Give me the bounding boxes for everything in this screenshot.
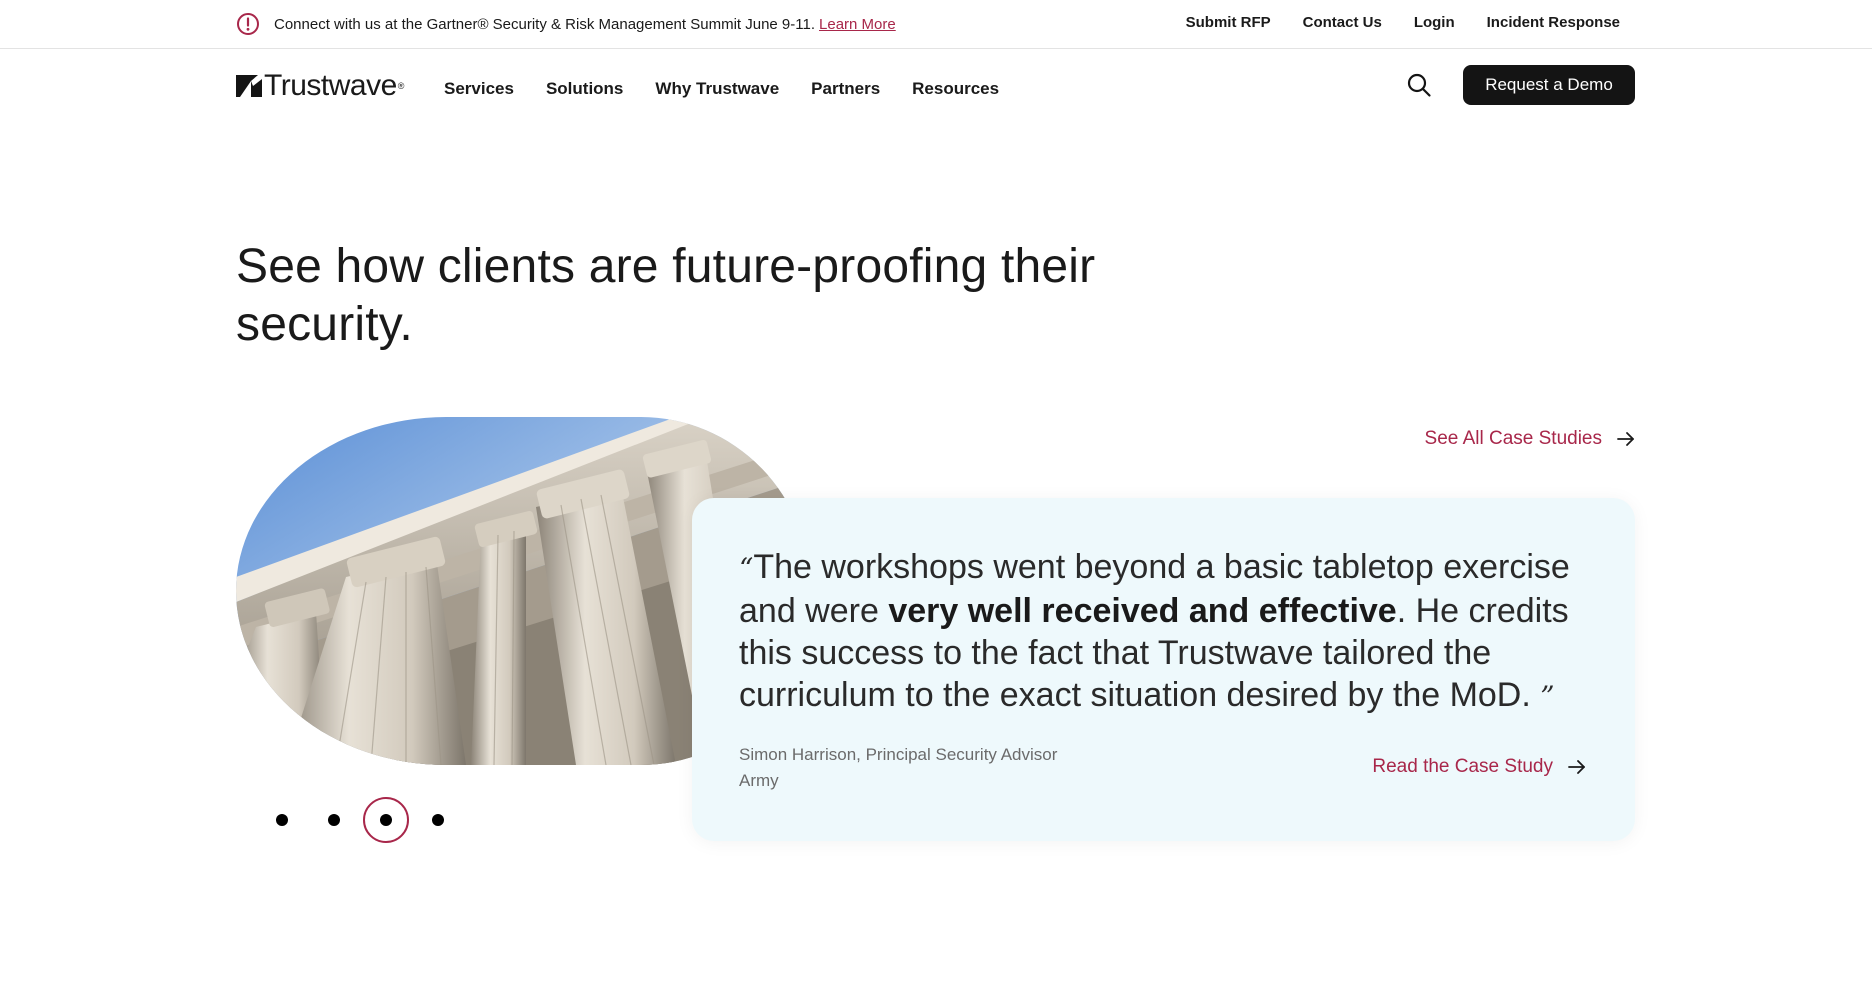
arrow-right-icon: [1617, 432, 1634, 446]
read-case-study-link[interactable]: Read the Case Study: [1372, 756, 1587, 778]
page-headline: See how clients are future-proofing thei…: [236, 238, 1096, 354]
close-quote-mark: ”: [1540, 680, 1555, 713]
announcement-bar: Connect with us at the Gartner® Security…: [0, 0, 1872, 49]
announcement: Connect with us at the Gartner® Security…: [236, 12, 896, 36]
contact-us-link[interactable]: Contact Us: [1303, 14, 1382, 31]
submit-rfp-link[interactable]: Submit RFP: [1186, 14, 1271, 31]
trustwave-logo[interactable]: Trustwave ®: [236, 70, 404, 102]
carousel-dot-3-inner: [380, 814, 392, 826]
nav-resources[interactable]: Resources: [912, 79, 999, 99]
quote-highlight: very well received and effective: [888, 592, 1397, 630]
request-demo-button[interactable]: Request a Demo: [1463, 65, 1635, 105]
announcement-text: Connect with us at the Gartner® Security…: [274, 15, 816, 33]
headline-line-1: See how clients are future-proofing thei…: [236, 240, 1096, 293]
see-all-case-studies-link[interactable]: See All Case Studies: [1425, 428, 1636, 450]
main-nav: Services Solutions Why Trustwave Partner…: [444, 79, 1031, 99]
learn-more-link[interactable]: Learn More: [819, 16, 896, 33]
carousel-dot-1[interactable]: [276, 814, 288, 826]
nav-partners[interactable]: Partners: [811, 79, 880, 99]
incident-response-link[interactable]: Incident Response: [1487, 14, 1620, 31]
testimonial-card: “The workshops went beyond a basic table…: [692, 498, 1635, 841]
trustwave-logo-icon: [236, 75, 262, 97]
alert-circle-icon: [237, 13, 259, 35]
author-name: Simon Harrison, Principal Security Advis…: [739, 745, 1058, 764]
see-all-label: See All Case Studies: [1424, 428, 1602, 449]
nav-solutions[interactable]: Solutions: [546, 79, 623, 99]
arrow-right-icon: [1568, 760, 1585, 774]
nav-why-trustwave[interactable]: Why Trustwave: [655, 79, 779, 99]
testimonial-author: Simon Harrison, Principal Security Advis…: [739, 742, 1057, 794]
utility-nav: Submit RFP Contact Us Login Incident Res…: [1154, 14, 1620, 31]
brand-reg-mark: ®: [397, 81, 405, 91]
login-link[interactable]: Login: [1414, 14, 1455, 31]
headline-line-2: security.: [236, 298, 413, 351]
carousel-dot-3-active[interactable]: [363, 797, 409, 843]
open-quote-mark: “: [739, 552, 754, 585]
nav-services[interactable]: Services: [444, 79, 514, 99]
carousel-dot-2[interactable]: [328, 814, 340, 826]
carousel-dot-4[interactable]: [432, 814, 444, 826]
testimonial-quote: “The workshops went beyond a basic table…: [739, 546, 1609, 718]
author-organization: Army: [739, 771, 779, 790]
read-case-study-label: Read the Case Study: [1372, 756, 1553, 777]
search-icon[interactable]: [1406, 72, 1432, 98]
brand-name: Trustwave: [264, 69, 397, 102]
carousel-pagination: [270, 797, 470, 843]
